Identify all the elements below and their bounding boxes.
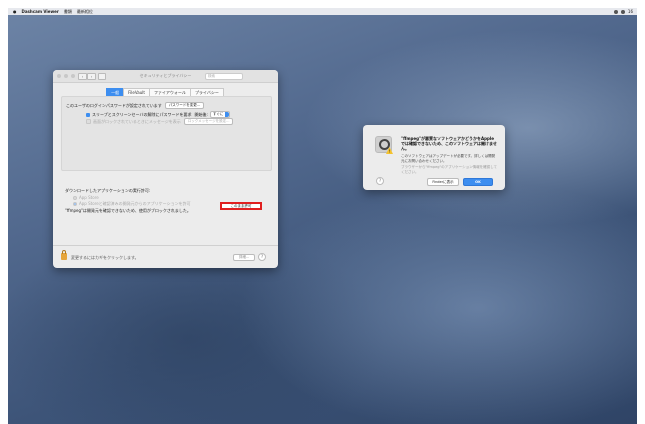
advanced-button[interactable]: 詳細... (233, 254, 256, 261)
alert-help-button[interactable]: ? (376, 177, 384, 185)
login-password-row: このユーザのログインパスワードが設定されています パスワードを変更... (66, 102, 205, 109)
window-titlebar: ‹ › セキュリティとプライバシー 検索 (53, 70, 278, 83)
show-in-finder-button[interactable]: Finderに表示 (427, 178, 459, 186)
apple-menu-icon[interactable]: ● (13, 9, 17, 14)
delay-value: すぐに (212, 112, 224, 116)
chevron-down-icon (225, 112, 230, 117)
security-warning-icon: ! (375, 136, 393, 154)
app-store-label: App Store (79, 195, 99, 200)
menu-item-recent[interactable]: 最新相位 (77, 9, 93, 15)
identified-label: App Storeと確認済みの開発元からのアプリケーションを許可 (79, 201, 191, 206)
require-password-checkbox[interactable] (86, 112, 90, 117)
alert-title: "ffmpeg"が悪質なソフトウェアかどうかをAppleでは確認できないため、こ… (401, 136, 497, 152)
change-password-button[interactable]: パスワードを変更... (164, 102, 205, 109)
app-store-radio[interactable] (73, 195, 77, 200)
blocked-app-alert: ! "ffmpeg"が悪質なソフトウェアかどうかをAppleでは確認できないため… (363, 125, 505, 190)
alert-note: ブラウザーから"ffmpeg"のアプリケーション情報を確認してください。 (401, 165, 497, 174)
wifi-icon[interactable] (620, 9, 625, 14)
menu-item-file[interactable]: 書類 (64, 9, 72, 15)
download-heading: ダウンロードしたアプリケーションの実行許可: (65, 188, 151, 193)
general-settings-panel: このユーザのログインパスワードが設定されています パスワードを変更... スリー… (61, 96, 272, 171)
help-button[interactable]: ? (258, 253, 266, 261)
alert-body: このソフトウェアはアップデートが必要です。詳しくは開発元にお問い合わせください。 (401, 154, 496, 163)
lock-icon[interactable] (61, 250, 67, 260)
menu-bar: ● Dashcam Viewer 書類 最新相位 16 (8, 8, 637, 15)
option-app-store-row: App Store (73, 195, 99, 200)
lock-message-row: 画面がロックされているときにメッセージを表示 ロックメッセージを設定... (86, 118, 234, 125)
lock-hint-text: 変更するにはカギをクリックします。 (71, 255, 139, 260)
require-password-label: スリープとスクリーンセーバの解除にパスワードを要求 (92, 111, 192, 117)
login-password-label: このユーザのログインパスワードが設定されています (66, 102, 162, 108)
app-menu[interactable]: Dashcam Viewer (22, 9, 59, 14)
search-input[interactable]: 検索 (205, 73, 243, 80)
lock-message-button[interactable]: ロックメッセージを設定... (183, 118, 234, 125)
ok-button[interactable]: OK (463, 178, 493, 186)
desktop: ● Dashcam Viewer 書類 最新相位 16 ‹ › セキュリティとプ… (8, 8, 637, 424)
lock-message-checkbox[interactable] (86, 119, 91, 124)
allow-anyway-button[interactable]: このまま許可 (220, 202, 262, 210)
start-label: 開始後: (194, 111, 208, 117)
delay-select[interactable]: すぐに (209, 111, 231, 118)
menu-bar-status: 16 (613, 8, 633, 15)
window-footer: 変更するにはカギをクリックします。 詳細... ? (53, 245, 278, 268)
clock-text[interactable]: 16 (628, 9, 633, 14)
blocked-message: "ffmpeg"は開発元を確認できないため、使用がブロックされました。 (65, 208, 191, 213)
require-password-row: スリープとスクリーンセーバの解除にパスワードを要求 開始後: すぐに (86, 111, 231, 118)
security-privacy-window: ‹ › セキュリティとプライバシー 検索 一般 FileVault ファイアウォ… (53, 70, 278, 268)
option-identified-row: App Storeと確認済みの開発元からのアプリケーションを許可 (73, 201, 191, 207)
status-icon[interactable] (613, 9, 618, 14)
identified-radio[interactable] (73, 202, 77, 206)
lock-message-label: 画面がロックされているときにメッセージを表示 (93, 118, 181, 124)
window-title: セキュリティとプライバシー (139, 73, 192, 78)
magnifier-icon (379, 139, 390, 150)
